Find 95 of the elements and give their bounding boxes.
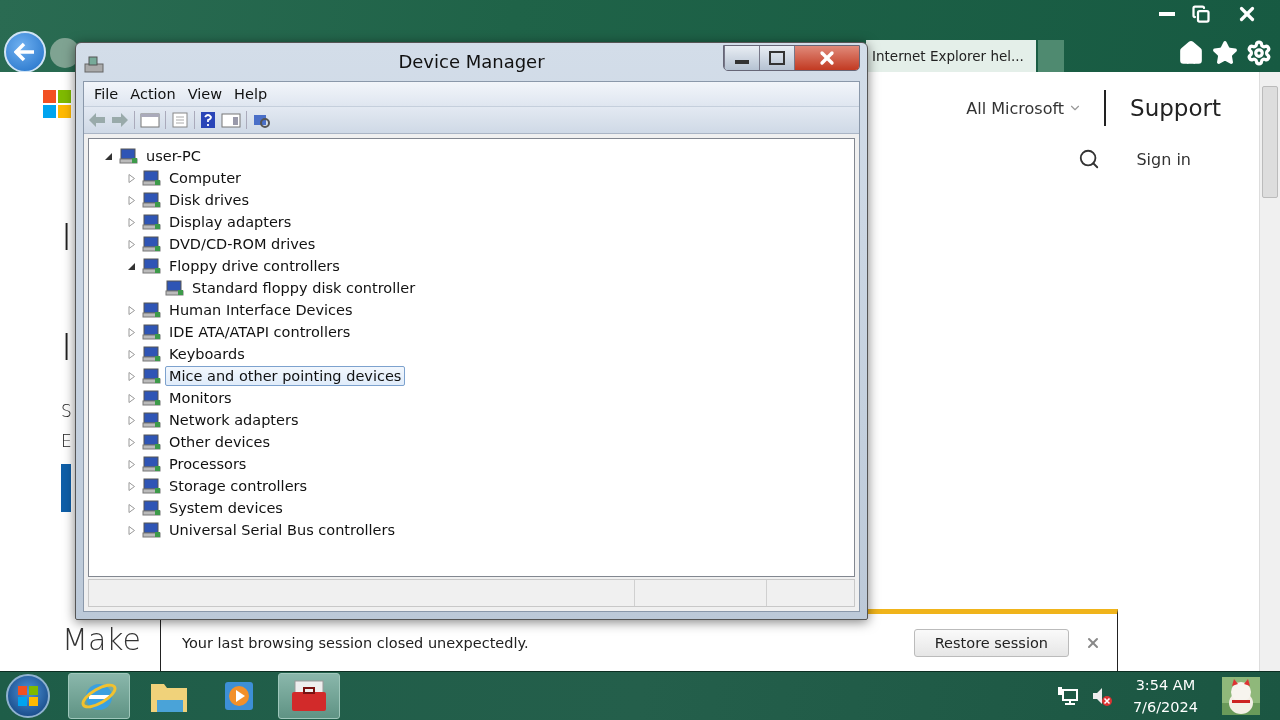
device-icon xyxy=(142,411,162,429)
sign-in-link[interactable]: Sign in xyxy=(1136,149,1191,169)
browser-tab[interactable]: Internet Explorer hel... xyxy=(866,40,1036,72)
maximize-button[interactable] xyxy=(759,46,794,70)
device-icon xyxy=(142,389,162,407)
windows-logo-icon xyxy=(17,685,39,708)
tree-item[interactable]: Computer xyxy=(165,168,246,188)
collapsed-arrow-icon[interactable] xyxy=(126,239,136,249)
collapsed-arrow-icon[interactable] xyxy=(126,349,136,359)
collapsed-arrow-icon[interactable] xyxy=(126,525,136,535)
collapsed-arrow-icon[interactable] xyxy=(126,217,136,227)
collapsed-arrow-icon[interactable] xyxy=(126,327,136,337)
tree-item[interactable]: Storage controllers xyxy=(165,476,312,496)
paragraph: S xyxy=(61,400,72,423)
taskbar-button[interactable] xyxy=(278,673,340,720)
tree-item[interactable]: IDE ATA/ATAPI controllers xyxy=(165,322,355,342)
device-icon xyxy=(142,257,162,275)
heading: I xyxy=(61,214,73,261)
search-icon[interactable] xyxy=(1078,148,1101,170)
device-icon xyxy=(142,455,162,473)
collapsed-arrow-icon[interactable] xyxy=(126,437,136,447)
collapsed-arrow-icon[interactable] xyxy=(126,503,136,513)
collapsed-arrow-icon[interactable] xyxy=(126,459,136,469)
collapsed-arrow-icon[interactable] xyxy=(126,481,136,491)
action-pane-icon[interactable] xyxy=(221,112,241,128)
close-icon xyxy=(817,48,837,68)
settings-icon[interactable] xyxy=(1246,40,1272,66)
heading: I xyxy=(61,324,73,371)
device-icon xyxy=(142,213,162,231)
heading: Make xyxy=(62,622,142,657)
console-tree-icon[interactable] xyxy=(140,112,160,128)
star-icon[interactable] xyxy=(1212,40,1238,66)
device-icon xyxy=(142,301,162,319)
device-icon xyxy=(142,521,162,539)
device-icon xyxy=(142,169,162,187)
collapsed-arrow-icon[interactable] xyxy=(126,415,136,425)
collapsed-arrow-icon[interactable] xyxy=(126,195,136,205)
restore-icon xyxy=(1192,5,1210,23)
menu-item[interactable]: View xyxy=(181,86,229,102)
restore-session-button[interactable]: Restore session xyxy=(913,628,1069,657)
collapsed-arrow-icon[interactable] xyxy=(126,371,136,381)
device-icon xyxy=(142,323,162,341)
collapsed-arrow-icon[interactable] xyxy=(126,393,136,403)
maximize-icon xyxy=(769,51,785,65)
network-icon[interactable] xyxy=(1056,685,1079,708)
device-icon xyxy=(142,367,162,385)
expanded-arrow-icon[interactable] xyxy=(103,151,113,161)
device-icon xyxy=(142,477,162,495)
tree-item[interactable]: Display adapters xyxy=(165,212,296,232)
tree-item[interactable]: Floppy drive controllers xyxy=(165,256,344,276)
tree-item[interactable]: user-PC xyxy=(142,146,205,166)
menu-item[interactable]: Action xyxy=(124,86,182,102)
minimize-icon xyxy=(735,60,749,64)
tree-item[interactable]: Universal Serial Bus controllers xyxy=(165,520,400,540)
window-title: Device Manager xyxy=(398,51,545,72)
tree-item[interactable]: Human Interface Devices xyxy=(165,300,357,320)
device-icon xyxy=(142,345,162,363)
expanded-arrow-icon[interactable] xyxy=(126,261,136,271)
device-icon xyxy=(142,191,162,209)
device-icon xyxy=(142,499,162,517)
tree-item[interactable]: Other devices xyxy=(165,432,274,452)
menu-item[interactable]: Help xyxy=(228,86,274,102)
app-icon xyxy=(83,54,105,76)
device-icon xyxy=(119,147,139,165)
close-button[interactable] xyxy=(794,46,859,70)
logo-icon xyxy=(43,90,71,118)
brand-title: Support xyxy=(1104,90,1221,126)
back-button[interactable] xyxy=(4,31,46,73)
tree-item[interactable]: DVD/CD-ROM drives xyxy=(165,234,320,254)
menu-item[interactable]: File xyxy=(88,86,125,102)
device-icon xyxy=(165,279,185,297)
tree-item[interactable]: Disk drives xyxy=(165,190,253,210)
arrow-left-icon xyxy=(14,42,36,62)
tree-item[interactable]: Keyboards xyxy=(165,344,249,364)
device-icon xyxy=(142,433,162,451)
minimize-icon xyxy=(1159,12,1175,16)
device-icon xyxy=(142,235,162,253)
nav-menu[interactable]: All Microsoft xyxy=(966,98,1083,118)
help-icon[interactable] xyxy=(200,111,216,129)
collapsed-arrow-icon[interactable] xyxy=(126,305,136,315)
tree-item[interactable]: Processors xyxy=(165,454,251,474)
tree-item[interactable]: Standard floppy disk controller xyxy=(188,278,420,298)
clock[interactable]: 3:54 AM 7/6/2024 xyxy=(1132,674,1198,719)
start-button[interactable] xyxy=(6,674,50,719)
scrollbar[interactable] xyxy=(1259,72,1280,672)
tree-item[interactable]: Network adapters xyxy=(165,410,303,430)
tree-item[interactable]: Mice and other pointing devices xyxy=(165,366,406,386)
collapsed-arrow-icon[interactable] xyxy=(126,173,136,183)
tree-item[interactable]: Monitors xyxy=(165,388,236,408)
notification-message: Your last browsing session closed unexpectedly. xyxy=(182,634,529,651)
home-icon[interactable] xyxy=(1178,40,1204,66)
paragraph: E xyxy=(61,430,72,453)
tree-item[interactable]: System devices xyxy=(165,498,287,518)
taskbar-button[interactable] xyxy=(68,673,130,720)
minimize-button[interactable] xyxy=(724,46,759,70)
